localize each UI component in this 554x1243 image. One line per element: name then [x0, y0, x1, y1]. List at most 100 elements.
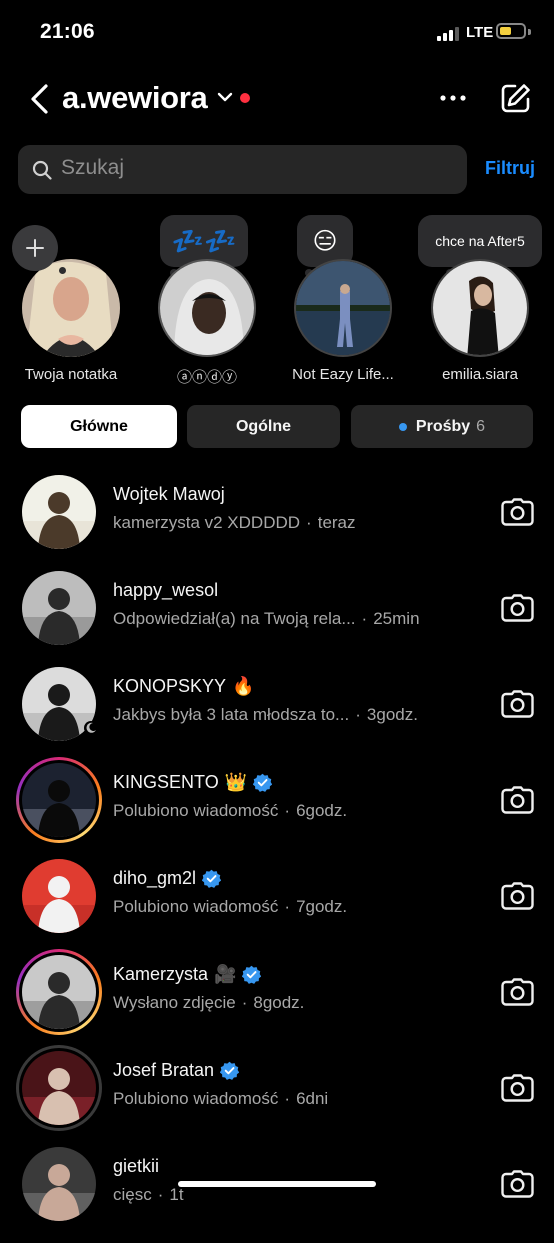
avatar[interactable]: [22, 1147, 96, 1221]
note-name: Not Eazy Life...: [292, 366, 394, 383]
avatar[interactable]: [22, 859, 96, 933]
note-own[interactable]: Twoja notatka: [6, 215, 136, 390]
plus-icon: [26, 239, 44, 257]
note-name: emilia.siara: [442, 366, 518, 383]
verified-badge-icon: [220, 1061, 240, 1080]
search-placeholder: Szukaj: [61, 156, 125, 179]
tab-label: Główne: [70, 417, 128, 435]
camera-icon[interactable]: [501, 786, 534, 814]
last-message: Jakbys była 3 lata młodsza to...: [113, 705, 350, 724]
avatar: [294, 259, 392, 357]
camera-icon[interactable]: [501, 498, 534, 526]
conversation-name: Wojtek Mawoj: [113, 484, 225, 504]
camera-icon[interactable]: [501, 1170, 534, 1198]
conversation-name: Josef Bratan: [113, 1060, 215, 1080]
tab-label: Ogólne: [235, 417, 292, 435]
conversation-row[interactable]: KINGSENTO 👑 Polubiono wiadomość · 6godz.: [0, 757, 554, 859]
conversation-row[interactable]: KONOPSKYY 🔥 Jakbys była 3 lata młodsza to.…: [0, 667, 554, 763]
conversation-preview-line: Polubiono wiadomość · 6godz.: [113, 801, 347, 821]
account-username[interactable]: a.wewiora: [62, 80, 208, 116]
avatar[interactable]: [22, 1051, 96, 1125]
note-name: ⓐⓝⓓⓨ: [176, 369, 237, 386]
conversation-name: happy_wesol: [113, 580, 219, 600]
conversation-name: Kamerzysta: [113, 964, 209, 984]
tab-label: Prośby: [415, 417, 471, 435]
compose-icon[interactable]: [500, 82, 532, 114]
conversation-preview-line: Polubiono wiadomość · 7godz.: [113, 897, 347, 917]
battery-icon: [496, 23, 526, 39]
message-time: 25min: [373, 609, 420, 628]
message-time: 7godz.: [296, 897, 348, 916]
conversation-name: KINGSENTO: [113, 772, 219, 792]
tab-general[interactable]: Ogólne: [187, 405, 340, 448]
requests-count: 6: [476, 417, 486, 435]
home-indicator[interactable]: [178, 1181, 376, 1187]
filter-button[interactable]: Filtruj: [485, 158, 535, 179]
separator-dot: ·: [361, 609, 368, 628]
separator-dot: ·: [284, 801, 291, 820]
note-item[interactable]: 😑 Not Eazy Life...: [278, 215, 408, 390]
chevron-down-icon[interactable]: [216, 91, 234, 103]
note-item[interactable]: chce na After5 emilia.siara: [415, 215, 545, 390]
camera-icon[interactable]: [501, 690, 534, 718]
separator-dot: ·: [241, 993, 248, 1012]
conversation-name-line: KINGSENTO 👑: [113, 772, 273, 793]
status-time: 21:06: [40, 20, 95, 43]
verified-badge-icon: [253, 773, 273, 792]
unread-dot: [398, 422, 407, 431]
conversation-row[interactable]: Kamerzysta 🎥 Wysłano zdjęcie · 8godz.: [0, 949, 554, 1051]
message-time: 6dni: [296, 1089, 329, 1108]
last-message: Polubiono wiadomość: [113, 897, 279, 916]
camera-icon[interactable]: [501, 978, 534, 1006]
add-note-button[interactable]: [12, 225, 58, 271]
verified-badge-icon: [202, 869, 222, 888]
conversation-row[interactable]: happy_wesol Odpowiedział(a) na Twoją rela…: [0, 571, 554, 667]
separator-dot: ·: [157, 1185, 164, 1204]
message-time: 6godz.: [296, 801, 348, 820]
avatar[interactable]: [22, 955, 96, 1029]
name-emoji: 🔥: [232, 676, 255, 696]
tab-requests[interactable]: Prośby 6: [351, 405, 533, 448]
note-item[interactable]: 💤💤 ⓐⓝⓓⓨ: [142, 215, 272, 390]
battery-cap: [528, 29, 531, 35]
avatar[interactable]: [22, 571, 96, 645]
conversation-name: gietkii: [113, 1156, 160, 1176]
search-icon: [32, 160, 52, 180]
last-message: Odpowiedział(a) na Twoją rela...: [113, 609, 356, 628]
conversation-name-line: KONOPSKYY 🔥: [113, 676, 254, 697]
conversation-preview-line: Wysłano zdjęcie · 8godz.: [113, 993, 304, 1013]
last-message: kamerzysta v2 XDDDDD: [113, 513, 301, 532]
camera-icon[interactable]: [501, 882, 534, 910]
avatar[interactable]: [22, 475, 96, 549]
note-name: Twoja notatka: [24, 366, 118, 383]
conversation-row[interactable]: Josef Bratan Polubiono wiadomość · 6dni: [0, 1045, 554, 1147]
message-time: 3godz.: [366, 705, 418, 724]
conversation-name-line: Josef Bratan: [113, 1060, 240, 1081]
last-message: Wysłano zdjęcie: [113, 993, 236, 1012]
avatar: [22, 259, 120, 357]
conversation-name: diho_gm2l: [113, 868, 197, 888]
conversation-name-line: Wojtek Mawoj: [113, 484, 225, 505]
avatar: [431, 259, 529, 357]
avatar[interactable]: [22, 763, 96, 837]
signal-icon: [437, 27, 459, 41]
more-options-icon[interactable]: [440, 94, 466, 102]
tab-primary[interactable]: Główne: [21, 405, 177, 448]
message-time: teraz: [317, 513, 356, 532]
conversation-preview-line: kamerzysta v2 XDDDDD · teraz: [113, 513, 356, 533]
verified-badge-icon: [242, 965, 262, 984]
avatar: [158, 259, 256, 357]
last-message: Polubiono wiadomość: [113, 1089, 279, 1108]
back-arrow-icon[interactable]: [26, 82, 56, 116]
camera-icon[interactable]: [501, 594, 534, 622]
moon-status-icon: [84, 721, 98, 735]
conversation-name: KONOPSKYY: [113, 676, 227, 696]
conversation-name-line: diho_gm2l: [113, 868, 222, 889]
conversation-row[interactable]: Wojtek Mawoj kamerzysta v2 XDDDDD · teraz: [0, 475, 554, 571]
conversation-name-line: gietkii: [113, 1156, 159, 1177]
camera-icon[interactable]: [501, 1074, 534, 1102]
separator-dot: ·: [355, 705, 361, 724]
conversation-row[interactable]: gietkii cięsc · 1t: [0, 1147, 554, 1243]
separator-dot: ·: [284, 897, 291, 916]
conversation-row[interactable]: diho_gm2l Polubiono wiadomość · 7godz.: [0, 859, 554, 955]
